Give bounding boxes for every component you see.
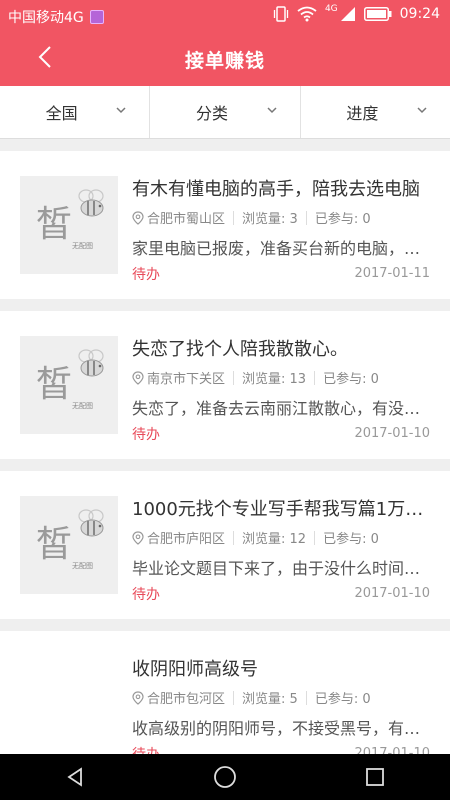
svg-text:无配图: 无配图 bbox=[72, 402, 93, 410]
signal-icon bbox=[340, 7, 355, 21]
task-views: 浏览量: 5 bbox=[242, 692, 298, 707]
status-bar: 中国移动4G 4G 09:24 bbox=[0, 0, 450, 32]
divider bbox=[314, 370, 316, 385]
divider bbox=[233, 210, 235, 225]
task-location: 合肥市庐阳区 bbox=[147, 532, 226, 547]
circle-home-icon bbox=[214, 766, 236, 788]
nav-recents-button[interactable] bbox=[345, 754, 405, 800]
svg-text:皙: 皙 bbox=[36, 364, 72, 405]
square-recents-icon bbox=[366, 768, 384, 786]
task-description: 家里电脑已报废，准备买台新的电脑，可是不懂 bbox=[132, 239, 422, 258]
task-card[interactable]: 收阴阳师高级号 合肥市包河区 浏览量: 5 已参与: 0 收高级别的阴阳师号，不… bbox=[0, 631, 450, 754]
task-meta: 合肥市庐阳区 浏览量: 12 已参与: 0 bbox=[132, 528, 379, 547]
page-title: 接单赚钱 bbox=[184, 50, 265, 72]
divider bbox=[305, 210, 307, 225]
chevron-down-icon bbox=[267, 107, 277, 114]
svg-text:皙: 皙 bbox=[36, 204, 72, 245]
placeholder-image: 皙 无配图 bbox=[20, 176, 118, 274]
task-date: 2017-01-10 bbox=[354, 426, 430, 441]
filter-category[interactable]: 分类 bbox=[149, 86, 299, 138]
svg-text:无配图: 无配图 bbox=[72, 562, 93, 570]
location-pin-icon bbox=[132, 210, 144, 225]
nav-home-button[interactable] bbox=[195, 754, 255, 800]
task-date: 2017-01-10 bbox=[354, 746, 430, 754]
chevron-down-icon bbox=[116, 107, 126, 114]
placeholder-image: 皙 无配图 bbox=[20, 336, 118, 434]
task-title: 失恋了找个人陪我散散心。 bbox=[132, 339, 348, 360]
network-type-label: 4G bbox=[324, 4, 338, 14]
task-participants: 已参与: 0 bbox=[323, 372, 379, 387]
filter-region-label: 全国 bbox=[45, 104, 78, 123]
task-location: 南京市下关区 bbox=[147, 372, 226, 387]
nav-back-button[interactable] bbox=[45, 754, 105, 800]
vibrate-icon bbox=[273, 6, 289, 22]
svg-text:皙: 皙 bbox=[36, 524, 72, 565]
task-title: 收阴阳师高级号 bbox=[132, 659, 258, 680]
bee-logo-icon: 皙 无配图 bbox=[36, 349, 104, 410]
task-views: 浏览量: 13 bbox=[242, 372, 307, 387]
task-meta: 南京市下关区 浏览量: 13 已参与: 0 bbox=[132, 368, 379, 387]
filter-bar: 全国 分类 进度 bbox=[0, 86, 450, 139]
task-date: 2017-01-10 bbox=[354, 586, 430, 601]
battery-icon bbox=[363, 7, 392, 21]
carrier-label: 中国移动4G bbox=[8, 10, 84, 26]
location-pin-icon bbox=[132, 530, 144, 545]
bee-logo-icon: 皙 无配图 bbox=[36, 189, 104, 250]
placeholder-image: 皙 无配图 bbox=[20, 496, 118, 594]
task-views: 浏览量: 12 bbox=[242, 532, 307, 547]
task-status: 待办 bbox=[132, 744, 160, 754]
wifi-icon bbox=[297, 6, 317, 22]
task-title: 有木有懂电脑的高手，陪我去选电脑 bbox=[132, 179, 420, 200]
task-status: 待办 bbox=[132, 587, 160, 603]
divider bbox=[314, 530, 316, 545]
task-location: 合肥市包河区 bbox=[147, 692, 226, 707]
divider bbox=[233, 690, 235, 705]
app-header: 接单赚钱 bbox=[0, 32, 450, 86]
chevron-down-icon bbox=[417, 107, 427, 114]
task-description: 毕业论文题目下来了，由于没什么时间写论文 bbox=[132, 559, 422, 578]
filter-region[interactable]: 全国 bbox=[0, 86, 149, 138]
task-status: 待办 bbox=[132, 427, 160, 443]
divider bbox=[305, 690, 307, 705]
task-location: 合肥市蜀山区 bbox=[147, 212, 226, 227]
task-views: 浏览量: 3 bbox=[242, 212, 298, 227]
filter-category-label: 分类 bbox=[195, 104, 228, 123]
system-nav-bar bbox=[0, 754, 450, 800]
bee-logo-icon: 皙 无配图 bbox=[36, 509, 104, 570]
task-card[interactable]: 皙 无配图 1000元找个专业写手帮我写篇1万字的论文 合肥市庐阳区 浏览量: … bbox=[0, 471, 450, 619]
task-meta: 合肥市包河区 浏览量: 5 已参与: 0 bbox=[132, 688, 371, 707]
location-pin-icon bbox=[132, 690, 144, 705]
task-description: 收高级别的阴阳师号，不接受黑号，有意者联系 bbox=[132, 719, 422, 738]
task-participants: 已参与: 0 bbox=[314, 212, 371, 227]
task-status: 待办 bbox=[132, 267, 160, 283]
triangle-back-icon bbox=[67, 767, 82, 787]
filter-progress-label: 进度 bbox=[346, 104, 379, 123]
svg-text:无配图: 无配图 bbox=[72, 242, 93, 250]
task-meta: 合肥市蜀山区 浏览量: 3 已参与: 0 bbox=[132, 208, 371, 227]
task-description: 失恋了，准备去云南丽江散散心，有没有人陪 bbox=[132, 399, 422, 418]
filter-progress[interactable]: 进度 bbox=[299, 86, 450, 138]
location-pin-icon bbox=[132, 370, 144, 385]
task-list: 皙 无配图 有木有懂电脑的高手，陪我去选电脑 合肥市蜀山区 浏览量: 3 已参与… bbox=[0, 138, 450, 754]
sim-icon bbox=[89, 10, 104, 24]
task-title: 1000元找个专业写手帮我写篇1万字的论文 bbox=[132, 499, 432, 520]
clock: 09:24 bbox=[399, 6, 440, 22]
task-card[interactable]: 皙 无配图 失恋了找个人陪我散散心。 南京市下关区 浏览量: 13 已参与: 0… bbox=[0, 311, 450, 459]
task-participants: 已参与: 0 bbox=[314, 692, 371, 707]
divider bbox=[233, 370, 235, 385]
divider bbox=[233, 530, 235, 545]
task-date: 2017-01-11 bbox=[354, 266, 430, 281]
task-participants: 已参与: 0 bbox=[323, 532, 379, 547]
task-card[interactable]: 皙 无配图 有木有懂电脑的高手，陪我去选电脑 合肥市蜀山区 浏览量: 3 已参与… bbox=[0, 151, 450, 299]
